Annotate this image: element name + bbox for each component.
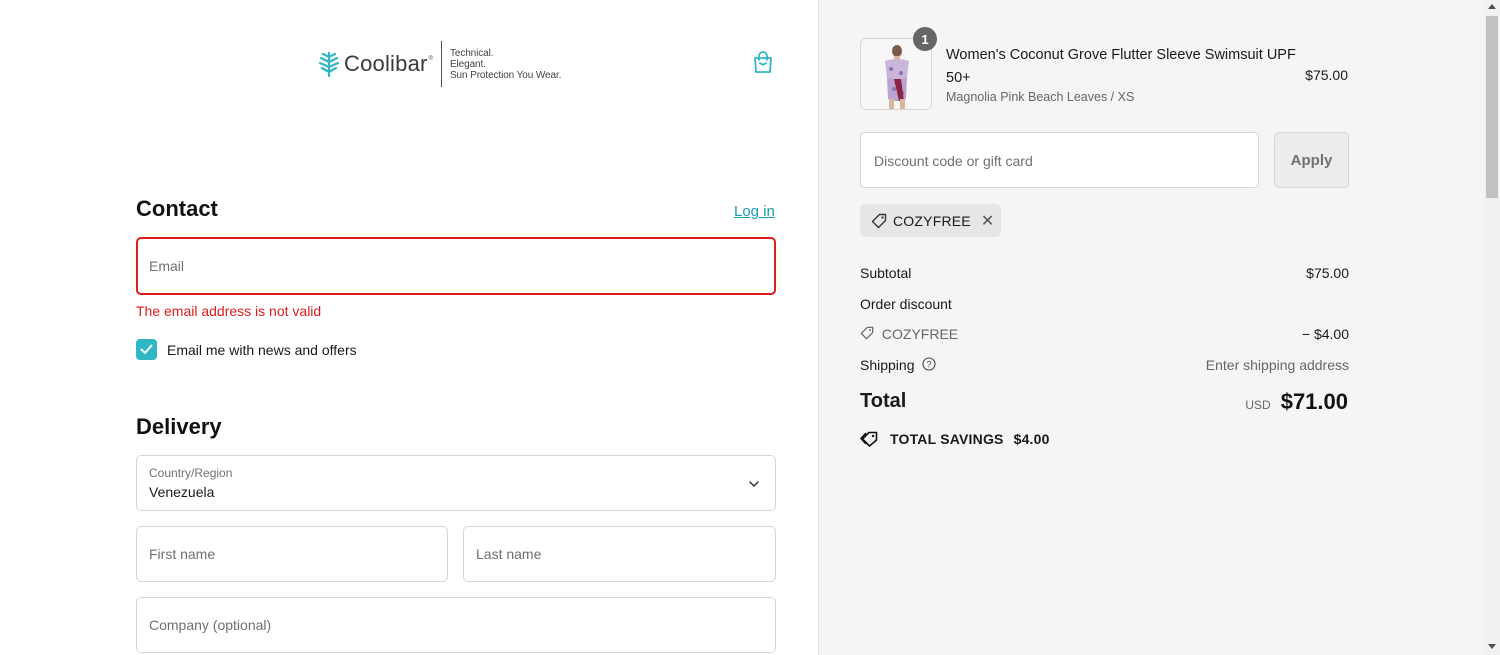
brand-tagline: Technical. Elegant. Sun Protection You W… <box>450 48 561 81</box>
company-placeholder: Company (optional) <box>149 617 272 633</box>
info-icon[interactable]: ? <box>922 357 936 371</box>
tag-icon <box>860 326 874 340</box>
applied-discount-chip: COZYFREE ✕ <box>860 204 1001 237</box>
savings-tag-icon <box>860 431 878 447</box>
last-name-placeholder: Last name <box>476 546 542 562</box>
tag-icon <box>871 213 887 228</box>
country-label: Country/Region <box>149 466 233 480</box>
total-amount: USD $71.00 <box>1245 389 1348 415</box>
shipping-value: Enter shipping address <box>1205 357 1349 373</box>
page-scrollbar[interactable] <box>1484 0 1500 655</box>
first-name-placeholder: First name <box>149 546 216 562</box>
email-field[interactable]: Email <box>136 237 776 295</box>
product-name: Women's Coconut Grove Flutter Sleeve Swi… <box>946 47 1296 86</box>
tagline-line-1: Technical. <box>449 47 494 59</box>
svg-text:?: ? <box>927 360 932 370</box>
savings-label: TOTAL SAVINGS <box>890 431 1004 447</box>
email-placeholder: Email <box>149 258 185 274</box>
contact-heading: Contact <box>136 196 218 221</box>
checkbox-check-icon <box>140 344 153 354</box>
delivery-heading: Delivery <box>136 414 222 439</box>
discount-code-input[interactable]: Discount code or gift card <box>860 132 1259 188</box>
discount-code-label: COZYFREE <box>881 326 959 342</box>
total-savings: TOTAL SAVINGS $4.00 <box>860 431 1050 447</box>
first-name-field[interactable]: First name <box>136 526 448 582</box>
chevron-down-icon <box>749 481 759 488</box>
subtotal-label: Subtotal <box>860 265 912 281</box>
scroll-down-icon[interactable] <box>1488 644 1496 649</box>
coolibar-logo[interactable]: Coolibar ® Technical. Elegant. Sun Prote… <box>318 40 561 88</box>
product-price: $75.00 <box>1305 67 1348 83</box>
registered-mark: ® <box>428 56 433 62</box>
checkout-form-panel: Coolibar ® Technical. Elegant. Sun Prote… <box>0 0 818 655</box>
total-value: $71.00 <box>1280 389 1348 414</box>
close-icon[interactable]: ✕ <box>981 211 994 231</box>
apply-button[interactable]: Apply <box>1274 132 1349 188</box>
total-currency: USD <box>1245 398 1271 412</box>
country-value: Venezuela <box>149 484 215 500</box>
scroll-up-icon[interactable] <box>1488 4 1496 9</box>
company-field[interactable]: Company (optional) <box>136 597 776 653</box>
tagline-line-2: Elegant. <box>449 58 486 70</box>
coolibar-leaf-logo <box>318 51 340 77</box>
product-variant: Magnolia Pink Beach Leaves / XS <box>946 90 1135 104</box>
login-link[interactable]: Log in <box>734 203 775 220</box>
newsletter-label[interactable]: Email me with news and offers <box>167 342 357 358</box>
applied-code-text: COZYFREE <box>893 212 971 229</box>
scrollbar-thumb[interactable] <box>1486 16 1498 198</box>
shipping-label: Shipping <box>860 357 915 373</box>
discount-code-row: COZYFREE − $4.00 <box>860 326 1349 342</box>
tagline-line-3: Sun Protection You Wear. <box>449 69 562 81</box>
savings-value: $4.00 <box>1013 431 1050 447</box>
discount-placeholder: Discount code or gift card <box>874 153 1033 169</box>
order-discount-label: Order discount <box>860 296 952 312</box>
shipping-row: Shipping ? Enter shipping address <box>860 357 1349 373</box>
subtotal-value: $75.00 <box>1306 265 1349 281</box>
newsletter-checkbox[interactable] <box>136 339 157 360</box>
last-name-field[interactable]: Last name <box>463 526 776 582</box>
shopping-bag-icon[interactable] <box>752 50 774 74</box>
country-select[interactable]: Country/Region Venezuela <box>136 455 776 511</box>
logo-divider <box>440 41 442 87</box>
total-label: Total <box>860 390 907 412</box>
quantity-badge: 1 <box>913 27 937 51</box>
order-discount-row: Order discount <box>860 296 1349 312</box>
email-error-message: The email address is not valid <box>136 303 322 319</box>
brand-name: Coolibar <box>344 51 428 76</box>
subtotal-row: Subtotal $75.00 <box>860 265 1349 281</box>
discount-value: − $4.00 <box>1301 326 1349 342</box>
